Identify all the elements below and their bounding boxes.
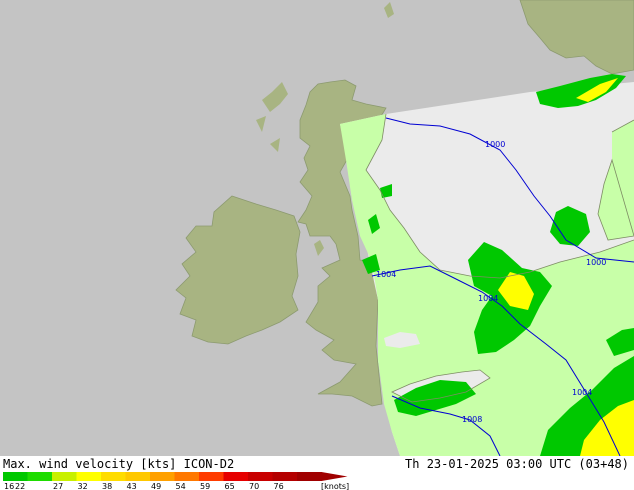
color-scale-swatch xyxy=(76,472,102,481)
color-scale-ticks: 16 22 27 32 38 43 49 54 59 65 70 76 xyxy=(4,482,284,490)
color-scale-tick-label: 43 xyxy=(127,482,137,490)
map: 1000 1000 1004 1004 1004 1008 xyxy=(0,0,634,456)
color-scale-tick-label: 38 xyxy=(102,482,112,490)
isobar-label-mid-center: 1004 xyxy=(478,294,498,303)
color-scale-swatch xyxy=(248,472,273,481)
weather-map-view: 1000 1000 1004 1004 1004 1008 Max. wind … xyxy=(0,0,634,490)
color-scale-tick-label: 76 xyxy=(274,482,284,490)
color-scale-tick-label: 16 xyxy=(4,482,14,490)
color-scale-tick-label: 54 xyxy=(176,482,186,490)
map-title: Max. wind velocity [kts] ICON-D2 xyxy=(3,457,235,471)
color-scale-swatch xyxy=(199,472,224,481)
color-scale-swatch xyxy=(52,472,77,481)
isobar-label-north: 1000 xyxy=(485,140,505,149)
color-scale-swatch xyxy=(27,472,53,481)
isobar-label-mid-west: 1004 xyxy=(376,270,396,279)
footer-bar: Max. wind velocity [kts] ICON-D2 Th 23-0… xyxy=(0,456,634,490)
color-scale-swatch xyxy=(272,472,298,481)
color-scale-tick-label: 59 xyxy=(200,482,210,490)
isobar-label-east: 1000 xyxy=(586,258,606,267)
color-scale-swatches xyxy=(3,472,348,481)
color-scale-swatch xyxy=(101,472,126,481)
isobar-label-south: 1008 xyxy=(462,415,482,424)
color-scale-swatch xyxy=(223,472,249,481)
color-scale-swatch xyxy=(150,472,175,481)
color-scale-swatch xyxy=(174,472,200,481)
color-scale-tick-label: 22 xyxy=(15,482,25,490)
isobar-label-south-east: 1004 xyxy=(572,388,592,397)
valid-time: Th 23-01-2025 03:00 UTC (03+48) xyxy=(405,457,629,471)
color-scale-arrow xyxy=(321,472,348,481)
color-scale: 16 22 27 32 38 43 49 54 59 65 70 76 [knots] xyxy=(3,472,349,490)
color-scale-tick-label: 49 xyxy=(151,482,161,490)
color-scale-tick-label: 32 xyxy=(78,482,88,490)
color-scale-unit: [knots] xyxy=(321,482,349,490)
color-scale-swatch xyxy=(3,472,28,481)
color-scale-swatch xyxy=(297,472,322,481)
color-scale-tick-label: 65 xyxy=(225,482,235,490)
color-scale-tick-label: 70 xyxy=(249,482,259,490)
color-scale-tick-label: 27 xyxy=(53,482,63,490)
color-scale-swatch xyxy=(125,472,151,481)
